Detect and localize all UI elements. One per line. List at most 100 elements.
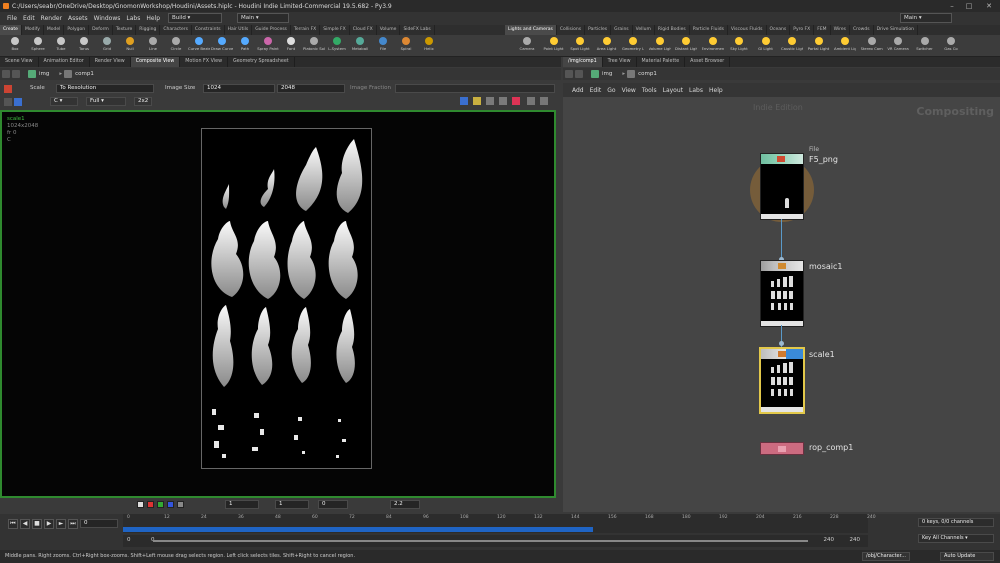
tool-tube[interactable]: Tube [50, 36, 72, 56]
forward-icon[interactable] [12, 70, 20, 78]
range-end-2[interactable]: 240 [850, 537, 861, 543]
shelf-tab-guide-process[interactable]: Guide Process [252, 25, 291, 35]
shelf-tab-rigging[interactable]: Rigging [136, 25, 161, 35]
shelf-tab-fem[interactable]: FEM [814, 25, 831, 35]
frame-field-b[interactable]: 1 [275, 500, 309, 509]
right-path-node[interactable]: comp1 [638, 71, 657, 77]
tool-font[interactable]: Font [280, 36, 302, 56]
tool-distant-light[interactable]: Distant Light [675, 36, 697, 56]
tool-curve-bezier[interactable]: Curve Bezier [188, 36, 210, 56]
shelf-tab-viscous-fluids[interactable]: Viscous Fluids [728, 25, 767, 35]
network-menu-help[interactable]: Help [706, 84, 726, 97]
tool-metaball[interactable]: Metaball [349, 36, 371, 56]
right-back-icon[interactable] [565, 70, 573, 78]
right-path-net[interactable]: img [602, 71, 612, 77]
node-name-scale1[interactable]: scale1 [809, 350, 835, 359]
node-rop-comp1[interactable] [760, 442, 804, 455]
shelf-tab-deform[interactable]: Deform [89, 25, 113, 35]
shelf-tab-oceans[interactable]: Oceans [767, 25, 791, 35]
right-forward-icon[interactable] [575, 70, 583, 78]
shelf-tab-terrain-fx[interactable]: Terrain FX [291, 25, 321, 35]
tool-point-light[interactable]: Point Light [543, 36, 565, 56]
menu-labs[interactable]: Labs [123, 12, 143, 25]
network-menu-view[interactable]: View [619, 84, 639, 97]
tool-camera[interactable]: Camera [516, 36, 538, 56]
tab-tree-view[interactable]: Tree View [603, 57, 637, 67]
settings-icon[interactable] [527, 97, 535, 105]
tool-gi-light[interactable]: GI Light [755, 36, 777, 56]
tool-environment-light[interactable]: Environment Light [702, 36, 724, 56]
current-frame-field[interactable]: 0 [80, 519, 118, 528]
input-connector[interactable] [779, 341, 784, 346]
blue-channel-swatch[interactable] [167, 501, 174, 508]
tool-torus[interactable]: Torus [73, 36, 95, 56]
key-all-channels-select[interactable]: Key All Channels ▾ [918, 534, 994, 543]
layout-icon[interactable] [540, 97, 548, 105]
desktop-select[interactable]: Main ▾ [237, 13, 289, 23]
shelf-tab-crowds[interactable]: Crowds [850, 25, 874, 35]
shelf-tab-drive-simulation[interactable]: Drive Simulation [874, 25, 918, 35]
range-select[interactable]: Full ▾ [86, 97, 126, 106]
view-mode-icon[interactable] [4, 98, 12, 106]
shelf-tab-simple-fx[interactable]: Simple FX [320, 25, 350, 35]
menu-render[interactable]: Render [38, 12, 65, 25]
frame-field-a[interactable]: 1 [225, 500, 259, 509]
jump-end-button[interactable]: ⏭ [68, 519, 78, 529]
gamma-field[interactable]: 2.2 [390, 500, 420, 509]
tool-stereo-camera[interactable]: Stereo Camera [861, 36, 883, 56]
zoom-mode-select[interactable]: 2x2 [134, 97, 152, 106]
tool-sphere[interactable]: Sphere [27, 36, 49, 56]
tool-l-system[interactable]: L-System [326, 36, 348, 56]
back-icon[interactable] [2, 70, 10, 78]
node-name-rop-comp1[interactable]: rop_comp1 [809, 443, 853, 452]
display-mode-icon[interactable] [14, 98, 22, 106]
tool-box[interactable]: Box [4, 36, 26, 56]
node-scale1[interactable] [759, 347, 805, 414]
tool-spiral[interactable]: Spiral [395, 36, 417, 56]
shelf-tab-collisions[interactable]: Collisions [557, 25, 586, 35]
menu-help[interactable]: Help [143, 12, 163, 25]
green-channel-swatch[interactable] [157, 501, 164, 508]
range-end[interactable]: 240 [824, 537, 835, 543]
magnet-icon[interactable] [512, 97, 520, 105]
tool-file[interactable]: File [372, 36, 394, 56]
node-mosaic1[interactable] [760, 260, 804, 327]
shelf-tab-sidefx-labs[interactable]: SideFX Labs [400, 25, 435, 35]
black-point-field[interactable]: 0 [318, 500, 348, 509]
node-name-mosaic1[interactable]: mosaic1 [809, 262, 842, 271]
lut-icon[interactable] [486, 97, 494, 105]
auto-update-select[interactable]: Auto Update [940, 552, 994, 561]
tab-animation-editor[interactable]: Animation Editor [39, 57, 90, 67]
shelf-tab-create[interactable]: Create [0, 25, 22, 35]
playback-range-bar[interactable]: 0 0 240 240 [123, 535, 868, 547]
tool-volume-light[interactable]: Volume Light [649, 36, 671, 56]
shelf-tab-particle-fluids[interactable]: Particle Fluids [690, 25, 728, 35]
tab-composite-view[interactable]: Composite View [130, 57, 181, 67]
scale-mode-select[interactable]: To Resolution [56, 84, 154, 93]
maximize-icon[interactable]: □ [962, 1, 976, 11]
menu-assets[interactable]: Assets [65, 12, 91, 25]
left-path-node[interactable]: comp1 [75, 71, 94, 77]
network-menu-add[interactable]: Add [569, 84, 587, 97]
tool-null[interactable]: Null [119, 36, 141, 56]
tab-asset-browser[interactable]: Asset Browser [685, 57, 731, 67]
shelf-tab-grains[interactable]: Grains [611, 25, 633, 35]
tab-motion-fx-view[interactable]: Motion FX View [180, 57, 228, 67]
menu-windows[interactable]: Windows [91, 12, 124, 25]
channel-select[interactable]: C ▾ [50, 97, 78, 106]
tool-gas-co[interactable]: Gas Co [940, 36, 962, 56]
network-menu-tools[interactable]: Tools [639, 84, 660, 97]
tool-portal-light[interactable]: Portal Light [808, 36, 830, 56]
build-desktop-select[interactable]: Build ▾ [168, 13, 222, 23]
shelf-tab-modify[interactable]: Modify [22, 25, 44, 35]
shelf-tab-model[interactable]: Model [44, 25, 65, 35]
tool-helix[interactable]: Helix [418, 36, 440, 56]
tab-material-palette[interactable]: Material Palette [637, 57, 686, 67]
tool-geometry-light[interactable]: Geometry Light [622, 36, 644, 56]
shelf-tab-pyro-fx[interactable]: Pyro FX [790, 25, 815, 35]
menu-file[interactable]: File [4, 12, 20, 25]
tab-img-comp1[interactable]: /img/comp1 [563, 57, 603, 67]
tool-circle[interactable]: Circle [165, 36, 187, 56]
viewer-pin-icon[interactable] [4, 85, 12, 93]
shelf-tab-volume[interactable]: Volume [377, 25, 401, 35]
